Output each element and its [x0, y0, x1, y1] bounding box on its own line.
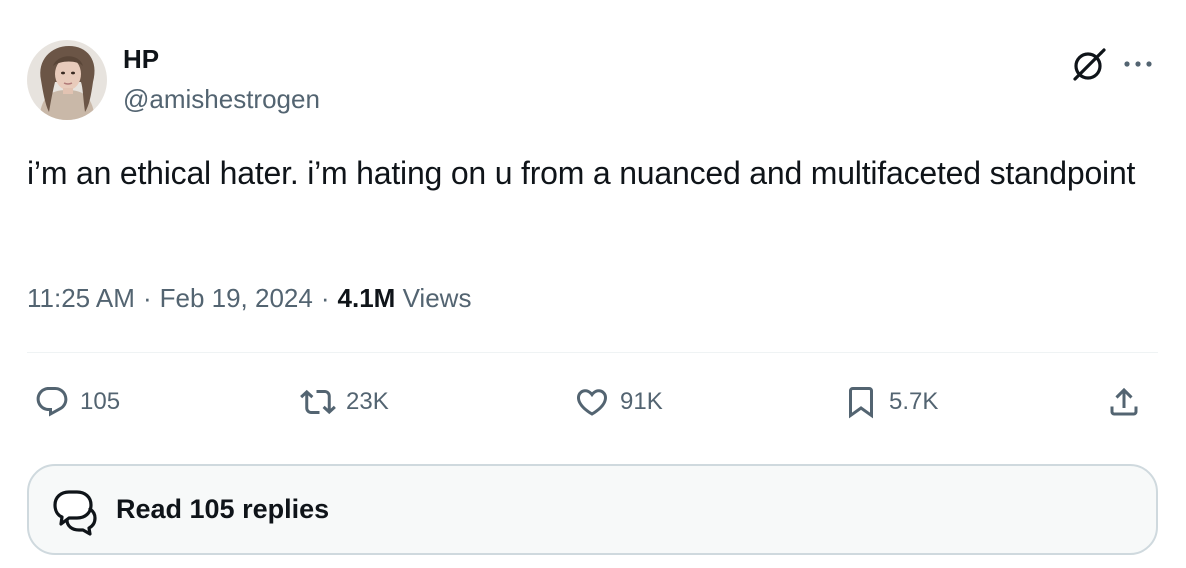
- like-count: 91K: [620, 388, 663, 415]
- divider: [27, 352, 1158, 353]
- tweet-time[interactable]: 11:25 AM: [27, 283, 135, 313]
- reply-count: 105: [80, 388, 121, 415]
- replies-bubble-icon: [53, 489, 97, 536]
- bookmark-icon: [849, 387, 873, 419]
- share-icon: [1110, 387, 1138, 416]
- more-icon[interactable]: [1118, 44, 1158, 84]
- read-replies-label: Read 105 replies: [116, 494, 330, 524]
- views-label: Views: [402, 283, 472, 313]
- grok-icon[interactable]: [1068, 44, 1108, 84]
- tweet-card: HP @amishestrogen i’m an ethical hater. …: [0, 0, 1186, 568]
- like-button[interactable]: 91K: [574, 380, 663, 424]
- reply-icon: [36, 387, 68, 417]
- repost-count: 23K: [346, 388, 389, 415]
- repost-icon: [300, 389, 336, 415]
- like-icon: [576, 389, 608, 416]
- views-count[interactable]: 4.1M: [338, 283, 396, 313]
- user-handle[interactable]: @amishestrogen: [123, 83, 320, 115]
- repost-button[interactable]: 23K: [300, 380, 389, 424]
- tweet-meta: 11:25 AM · Feb 19, 2024 · 4.1M Views: [27, 280, 471, 316]
- meta-separator: ·: [142, 283, 152, 313]
- meta-separator: ·: [320, 283, 330, 313]
- bookmark-count: 5.7K: [889, 388, 939, 415]
- display-name[interactable]: HP: [123, 43, 159, 75]
- tweet-date[interactable]: Feb 19, 2024: [160, 283, 313, 313]
- bookmark-button[interactable]: 5.7K: [843, 380, 938, 424]
- tweet-text: i’m an ethical hater. i’m hating on u fr…: [27, 155, 1136, 191]
- reply-button[interactable]: 105: [34, 380, 120, 424]
- read-replies-button[interactable]: Read 105 replies: [27, 464, 1158, 555]
- avatar-image: [27, 40, 107, 120]
- avatar[interactable]: [27, 40, 107, 120]
- share-button[interactable]: [1106, 380, 1142, 424]
